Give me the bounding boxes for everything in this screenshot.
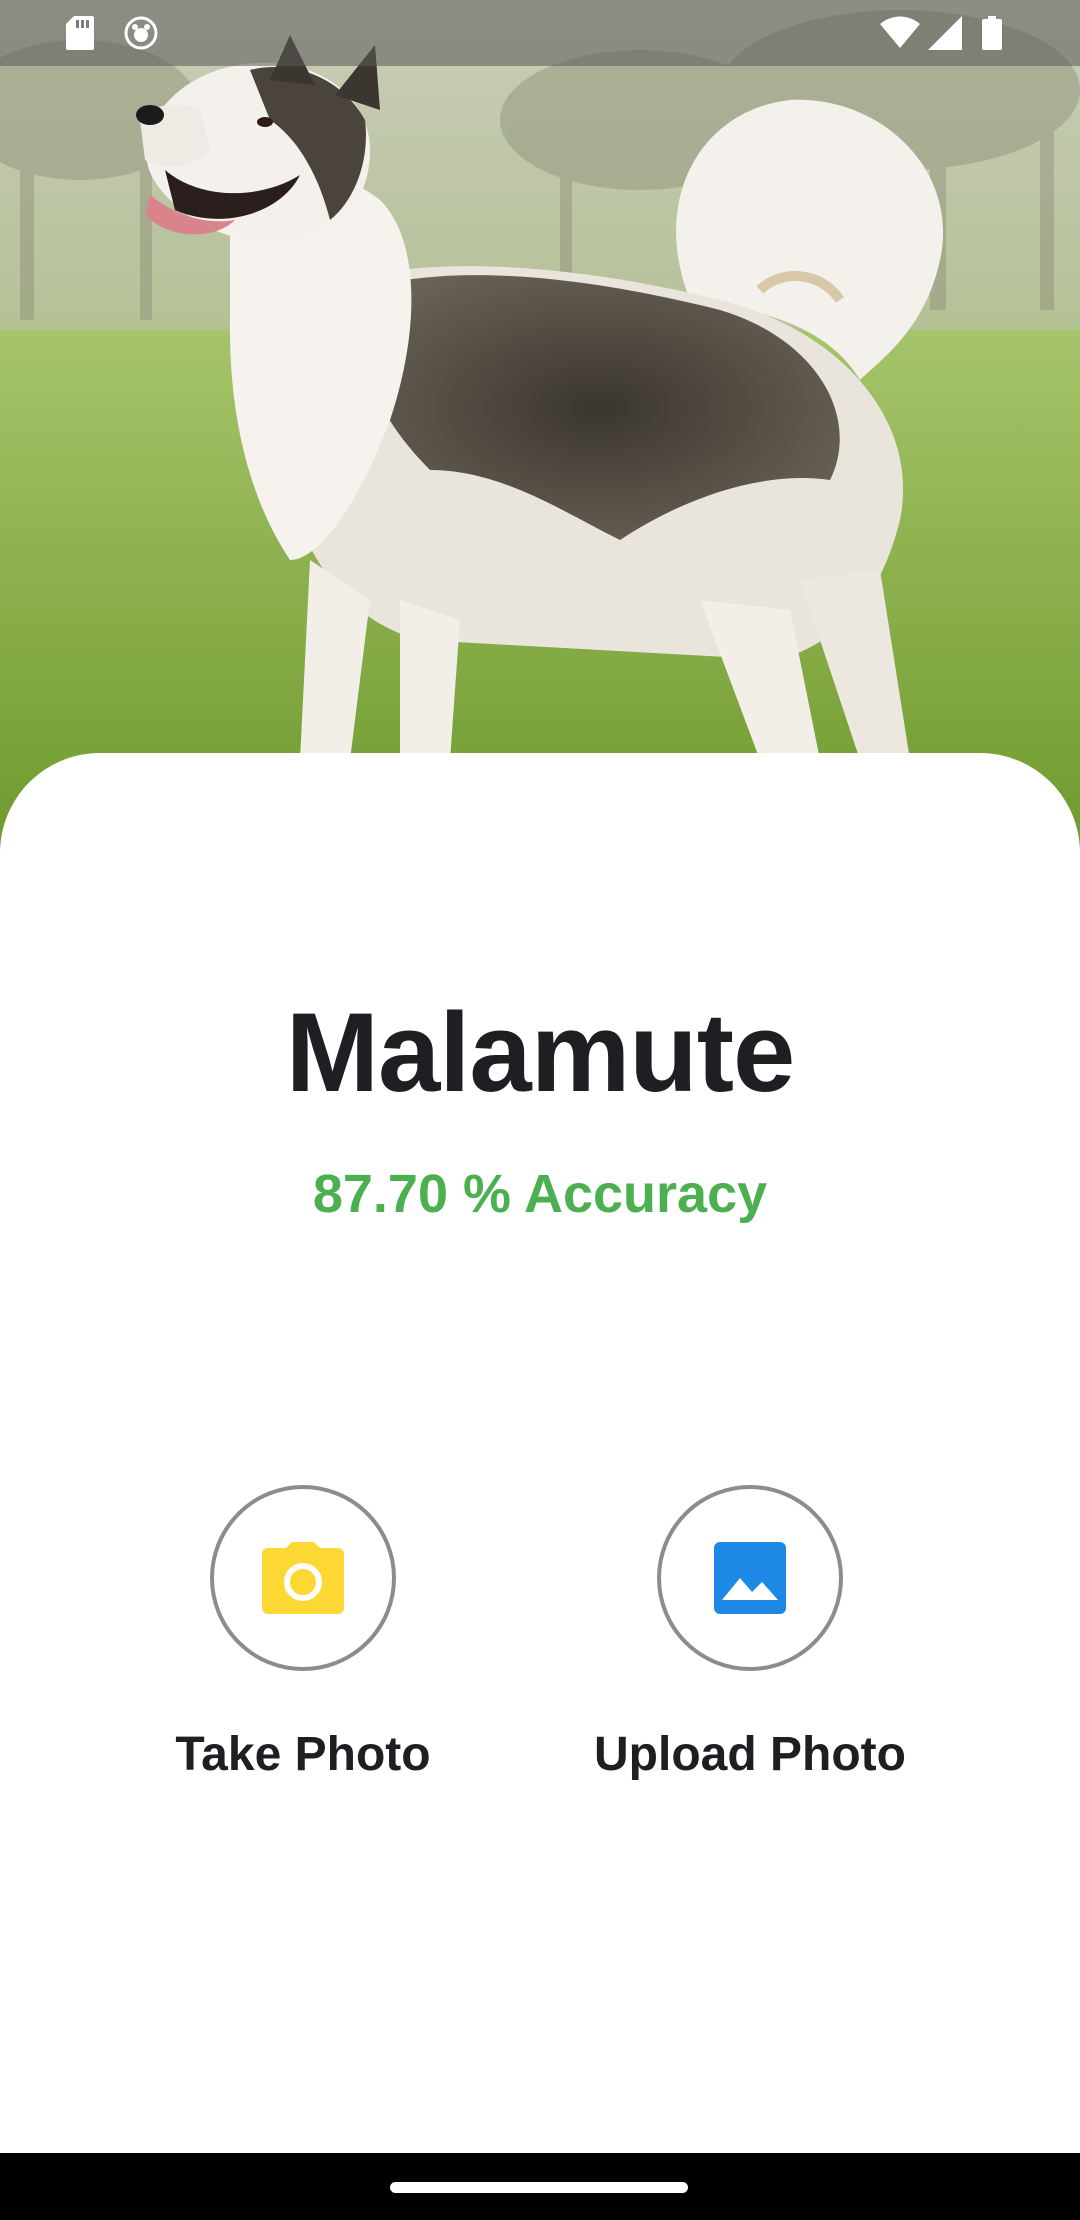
take-photo-label: Take Photo bbox=[175, 1728, 431, 1781]
home-gesture-handle[interactable] bbox=[390, 2182, 688, 2193]
status-bar bbox=[0, 0, 1080, 66]
accuracy-text: 87.70 % Accuracy bbox=[312, 1164, 768, 1224]
app-notification-icon bbox=[124, 0, 158, 66]
take-photo-button[interactable]: Take Photo bbox=[93, 1485, 513, 1782]
battery-icon bbox=[982, 0, 1002, 66]
take-photo-circle[interactable] bbox=[210, 1485, 396, 1671]
sd-card-icon bbox=[66, 0, 94, 66]
screen: Malamute 87.70 % Accuracy Take Photo Upl… bbox=[0, 0, 1080, 2220]
upload-photo-label: Upload Photo bbox=[594, 1728, 906, 1781]
navigation-bar bbox=[0, 2153, 1080, 2220]
signal-icon bbox=[928, 0, 962, 66]
camera-icon bbox=[262, 1542, 344, 1614]
upload-photo-button[interactable]: Upload Photo bbox=[540, 1485, 960, 1782]
result-card: Malamute 87.70 % Accuracy Take Photo Upl… bbox=[0, 753, 1080, 2153]
upload-photo-circle[interactable] bbox=[657, 1485, 843, 1671]
image-icon bbox=[714, 1542, 786, 1614]
wifi-icon bbox=[880, 0, 920, 66]
breed-name: Malamute bbox=[285, 990, 796, 1115]
hero-dog-image bbox=[0, 0, 1080, 850]
